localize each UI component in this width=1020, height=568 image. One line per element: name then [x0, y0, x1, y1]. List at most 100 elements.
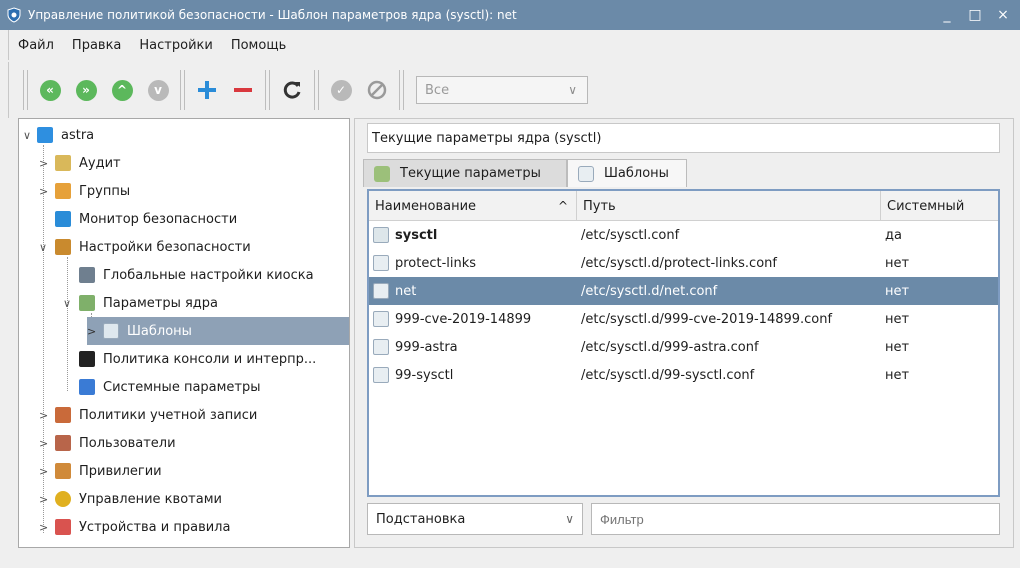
chevron-right-icon: >: [87, 324, 97, 338]
row-name: 999-cve-2019-14899: [395, 311, 532, 327]
chevron-right-icon: >: [39, 408, 49, 422]
privileges-icon: [55, 463, 71, 479]
cancel-button[interactable]: [359, 72, 395, 108]
cell-system: нет: [885, 339, 910, 355]
menu-edit[interactable]: Правка: [63, 38, 130, 53]
chevron-right-icon: >: [39, 492, 49, 506]
table-header: Наименование ^ Путь Системный: [369, 191, 998, 221]
tree-item-security-monitor[interactable]: Монитор безопасности: [39, 205, 237, 233]
apply-button[interactable]: ✓: [323, 72, 359, 108]
mode-select[interactable]: Подстановка ∨: [367, 503, 583, 535]
tree-item-kiosk-settings[interactable]: Глобальные настройки киоска: [63, 261, 314, 289]
maximize-button[interactable]: □: [964, 4, 986, 26]
up-button[interactable]: ^: [104, 72, 140, 108]
filter-select[interactable]: Все ∨: [416, 76, 588, 104]
tree-item-privileges[interactable]: > Привилегии: [39, 457, 162, 485]
remove-button[interactable]: [225, 72, 261, 108]
check-icon: ✓: [330, 79, 352, 101]
tree-item-account-policy[interactable]: > Политики учетной записи: [39, 401, 257, 429]
table-row[interactable]: 999-cve-2019-14899 /etc/sysctl.d/999-cve…: [369, 305, 998, 333]
column-header-name[interactable]: Наименование ^: [369, 191, 577, 221]
templates-icon: [103, 323, 119, 339]
toolbar: « » ^ v ✓ Все ∨: [8, 62, 1020, 118]
tree-item-console-policy[interactable]: Политика консоли и интерпр...: [63, 345, 316, 373]
tree-item-kernel-params[interactable]: ∨ Параметры ядра: [63, 289, 218, 317]
templates-table: Наименование ^ Путь Системный sysctl /et…: [367, 189, 1000, 497]
chevron-down-icon: ∨: [39, 240, 48, 254]
filter-input[interactable]: [591, 503, 1000, 535]
audit-icon: [55, 155, 71, 171]
groups-icon: [55, 183, 71, 199]
tree-item-quota[interactable]: > Управление квотами: [39, 485, 222, 513]
close-button[interactable]: ×: [992, 4, 1014, 26]
tree-item-security-settings[interactable]: ∨ Настройки безопасности: [39, 233, 251, 261]
file-icon: [373, 283, 389, 299]
console-icon: [79, 351, 95, 367]
chevron-down-icon: v: [147, 79, 169, 101]
menu-file[interactable]: Файл: [9, 38, 63, 53]
chevron-up-icon: ^: [111, 79, 133, 101]
tab-label: Шаблоны: [604, 166, 669, 181]
table-row-selected[interactable]: net /etc/sysctl.d/net.conf нет: [369, 277, 998, 305]
cell-system: нет: [885, 367, 910, 383]
column-header-path[interactable]: Путь: [577, 191, 881, 221]
add-button[interactable]: [189, 72, 225, 108]
last-button[interactable]: »: [68, 72, 104, 108]
plus-icon: [198, 81, 216, 99]
tree-item-label: Шаблоны: [127, 323, 192, 339]
first-button[interactable]: «: [32, 72, 68, 108]
menu-settings[interactable]: Настройки: [130, 38, 221, 53]
kernel-icon: [79, 295, 95, 311]
monitor-icon: [55, 211, 71, 227]
tree-item-users[interactable]: > Пользователи: [39, 429, 176, 457]
cell-path: /etc/sysctl.d/99-sysctl.conf: [581, 367, 755, 383]
tab-templates[interactable]: Шаблоны: [567, 159, 687, 187]
row-name: net: [395, 283, 417, 299]
refresh-button[interactable]: [274, 72, 310, 108]
cell-path: /etc/sysctl.d/999-cve-2019-14899.conf: [581, 311, 833, 327]
menu-help[interactable]: Помощь: [222, 38, 295, 53]
tab-label: Текущие параметры: [400, 166, 541, 181]
column-header-system[interactable]: Системный: [881, 191, 998, 221]
tree-item-audit[interactable]: > Аудит: [39, 149, 121, 177]
tree-item-label: Глобальные настройки киоска: [103, 267, 314, 283]
kiosk-icon: [79, 267, 95, 283]
templates-icon: [578, 165, 594, 182]
tree-item-label: Политики учетной записи: [79, 407, 258, 423]
tree-item-devices[interactable]: > Устройства и правила: [39, 513, 230, 541]
table-row[interactable]: sysctl /etc/sysctl.conf да: [369, 221, 998, 249]
tree-item-label: Привилегии: [79, 463, 162, 479]
tab-current-params[interactable]: Текущие параметры: [363, 159, 567, 187]
row-name: sysctl: [395, 227, 438, 243]
tree-item-label: Управление квотами: [79, 491, 222, 507]
tree-item-astra[interactable]: ∨ astra: [23, 121, 343, 149]
down-button[interactable]: v: [140, 72, 176, 108]
tree-item-groups[interactable]: > Группы: [39, 177, 130, 205]
mode-select-value: Подстановка: [376, 511, 466, 527]
shield-icon: [6, 7, 22, 23]
tree-item-label: Пользователи: [79, 435, 176, 451]
menu-bar: Файл Правка Настройки Помощь: [8, 30, 1020, 60]
refresh-icon: [283, 81, 301, 99]
table-row[interactable]: 999-astra /etc/sysctl.d/999-astra.conf н…: [369, 333, 998, 361]
chevron-right-icon: >: [39, 464, 49, 478]
column-header-label: Системный: [887, 198, 965, 214]
toolbar-separator: [23, 70, 28, 110]
chevron-down-icon: ∨: [565, 512, 574, 526]
chevron-down-icon: ∨: [63, 296, 72, 310]
chevron-down-icon: ∨: [568, 83, 577, 97]
toolbar-separator: [180, 70, 185, 110]
tree-item-templates[interactable]: > Шаблоны: [87, 317, 349, 345]
filter-select-value: Все: [425, 82, 450, 98]
chevron-down-icon: ∨: [23, 128, 32, 142]
tree-item-system-params[interactable]: Системные параметры: [63, 373, 261, 401]
table-row[interactable]: protect-links /etc/sysctl.d/protect-link…: [369, 249, 998, 277]
minus-icon: [234, 88, 252, 92]
column-header-label: Наименование: [375, 198, 477, 214]
row-name: protect-links: [395, 255, 477, 271]
minimize-button[interactable]: _: [936, 4, 958, 26]
panel-header: Текущие параметры ядра (sysctl): [367, 123, 1000, 153]
table-row[interactable]: 99-sysctl /etc/sysctl.d/99-sysctl.conf н…: [369, 361, 998, 389]
users-icon: [55, 435, 71, 451]
tree-item-label: Системные параметры: [103, 379, 261, 395]
